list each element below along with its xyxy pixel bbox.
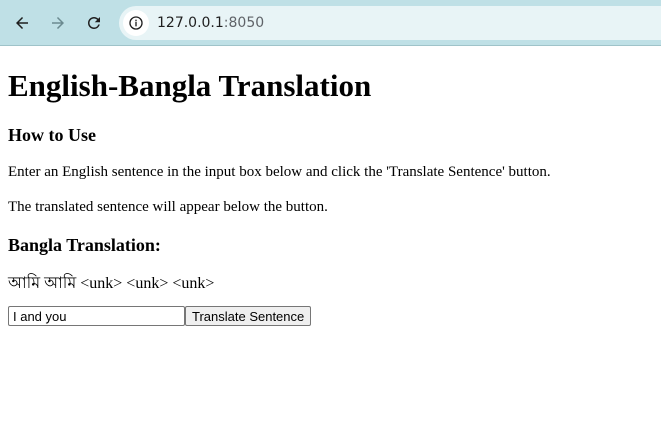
forward-arrow-icon [52,17,64,29]
page-title: English-Bangla Translation [8,68,372,103]
browser-toolbar: 127.0.0.1:8050 [0,0,661,46]
translate-form: Translate Sentence [8,306,653,326]
url-text: 127.0.0.1:8050 [157,15,264,31]
forward-button[interactable] [44,9,72,37]
back-arrow-icon [16,17,28,29]
info-icon [129,16,143,30]
translate-sentence-button[interactable]: Translate Sentence [185,306,312,326]
how-to-use-heading: How to Use [8,125,96,145]
translation-heading: Bangla Translation: [8,235,161,255]
instruction-text-2: The translated sentence will appear belo… [8,199,328,215]
instruction-text-1: Enter an English sentence in the input b… [8,164,551,180]
site-info-button[interactable] [123,10,149,36]
address-bar[interactable]: 127.0.0.1:8050 [119,6,661,40]
sentence-input[interactable] [8,306,185,326]
translation-output: আমি আমি <unk> <unk> <unk> [8,275,215,292]
page-content: English-Bangla Translation How to Use En… [0,67,661,326]
back-button[interactable] [8,9,36,37]
url-host: 127.0.0.1 [157,15,224,31]
reload-icon [88,17,100,29]
reload-button[interactable] [80,9,108,37]
url-port: :8050 [223,15,265,31]
